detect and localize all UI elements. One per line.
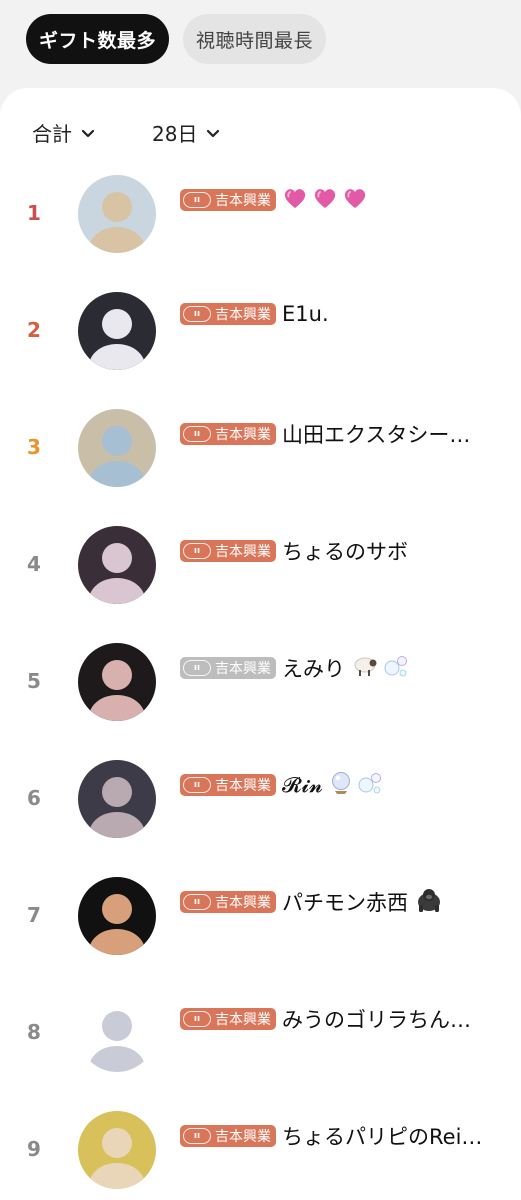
ranking-row[interactable]: 4 ıı 吉本興業 ちょるのサボ [0,526,521,604]
avatar[interactable] [78,994,156,1072]
agency-level-icon: ıı [183,306,211,322]
agency-label: 吉本興業 [215,661,271,677]
pink-heart-icon [312,185,338,215]
rank-number: 7 [27,903,41,927]
agency-badge: ıı 吉本興業 [180,657,276,679]
tab-gift-count[interactable]: ギフト数最多 [26,14,170,64]
ranking-row[interactable]: 1 ıı 吉本興業 [0,175,521,253]
user-name: ちょるのサボ [282,540,408,564]
agency-label: 吉本興業 [215,307,271,323]
avatar[interactable] [78,292,156,370]
ranking-row[interactable]: 6 ıı 吉本興業 𝓡𝓲𝓷 [0,760,521,838]
user-name: ちょるパリピのRei… [282,1125,483,1149]
agency-level-icon: ıı [183,1011,211,1027]
ranking-row[interactable]: 5 ıı 吉本興業 えみり [0,643,521,721]
tab-watch-time[interactable]: 視聴時間最長 [183,14,327,64]
filter-bar: 合計 28日 [32,118,221,147]
user-name: 𝓡𝓲𝓷 [282,772,323,797]
agency-level-icon: ıı [183,543,211,559]
ranking-row[interactable]: 2 ıı 吉本興業 E1u. [0,292,521,370]
avatar[interactable] [78,409,156,487]
avatar[interactable] [78,526,156,604]
bubbles-icon [357,770,383,800]
bubbles-icon [383,653,409,683]
agency-badge: ıı 吉本興業 [180,423,276,445]
avatar[interactable] [78,1111,156,1189]
type-filter-dropdown[interactable]: 合計 [32,118,96,147]
period-filter-label: 28日 [152,122,198,146]
agency-level-icon: ıı [183,426,211,442]
user-name: 山田エクスタシー… [282,423,471,447]
rank-number: 1 [27,201,41,225]
agency-label: 吉本興業 [215,778,271,794]
rank-number: 5 [27,669,41,693]
user-name: パチモン赤西 [282,891,408,915]
agency-label: 吉本興業 [215,1129,271,1145]
rank-number: 8 [27,1020,41,1044]
agency-badge: ıı 吉本興業 [180,1125,276,1147]
agency-level-icon: ıı [183,192,211,208]
ranking-row[interactable]: 7 ıı 吉本興業 パチモン赤西 [0,877,521,955]
agency-label: 吉本興業 [215,193,271,209]
ranking-row[interactable]: 3 ıı 吉本興業 山田エクスタシー… [0,409,521,487]
ranking-row[interactable]: 9 ıı 吉本興業 ちょるパリピのRei… [0,1111,521,1189]
agency-badge: ıı 吉本興業 [180,540,276,562]
user-name: E1u. [282,302,329,326]
period-filter-dropdown[interactable]: 28日 [152,118,221,147]
ranking-row[interactable]: 8 ıı 吉本興業 みうのゴリラちん… [0,994,521,1072]
chevron-down-icon [207,129,220,137]
user-name: みうのゴリラちん… [282,1008,471,1032]
avatar[interactable] [78,877,156,955]
rank-number: 2 [27,318,41,342]
crystal-ball-icon [329,770,353,800]
sheep-icon [351,654,379,682]
agency-level-icon: ıı [183,894,211,910]
rank-number: 9 [27,1137,41,1161]
type-filter-label: 合計 [32,122,72,146]
agency-badge: ıı 吉本興業 [180,1008,276,1030]
agency-badge: ıı 吉本興業 [180,303,276,325]
agency-badge: ıı 吉本興業 [180,774,276,796]
avatar[interactable] [78,175,156,253]
avatar[interactable] [78,643,156,721]
agency-label: 吉本興業 [215,895,271,911]
user-name: えみり [282,657,345,681]
agency-badge: ıı 吉本興業 [180,189,276,211]
agency-label: 吉本興業 [215,427,271,443]
agency-label: 吉本興業 [215,544,271,560]
pink-heart-icon [342,185,368,215]
agency-label: 吉本興業 [215,1012,271,1028]
ranking-tabs: ギフト数最多 視聴時間最長 [26,14,327,64]
rank-number: 3 [27,435,41,459]
agency-badge: ıı 吉本興業 [180,891,276,913]
rank-number: 6 [27,786,41,810]
gorilla-icon [414,887,444,917]
pink-heart-icon [282,185,308,215]
agency-level-icon: ıı [183,1128,211,1144]
chevron-down-icon [81,129,95,137]
agency-level-icon: ıı [183,777,211,793]
rank-number: 4 [27,552,41,576]
agency-level-icon: ıı [183,660,211,676]
avatar[interactable] [78,760,156,838]
